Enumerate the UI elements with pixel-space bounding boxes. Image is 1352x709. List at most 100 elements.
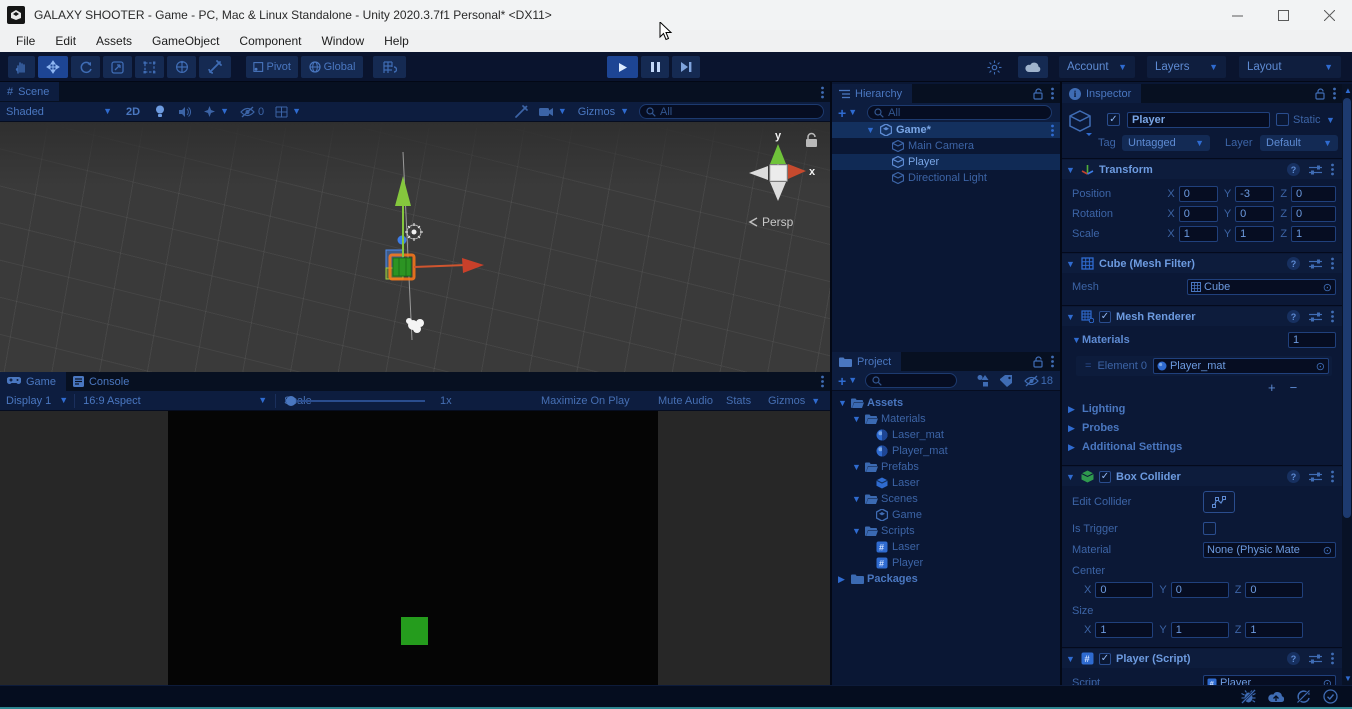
scene-viewport[interactable]: y x Persp: [0, 122, 830, 372]
kebab-menu-icon[interactable]: [1331, 310, 1334, 323]
materials-count-field[interactable]: 1: [1288, 332, 1336, 348]
presets-icon[interactable]: [1309, 311, 1322, 323]
game-gizmos-dropdown[interactable]: Gizmos ▼: [760, 391, 828, 411]
tab-hierarchy[interactable]: Hierarchy: [832, 84, 913, 103]
kebab-menu-icon[interactable]: [1051, 87, 1054, 100]
tab-console[interactable]: Console: [66, 372, 139, 391]
box-collider-component-header[interactable]: ▼ ✓ Box Collider ?: [1062, 467, 1342, 486]
foldout-closed-icon[interactable]: ▶: [838, 574, 848, 585]
is-trigger-checkbox[interactable]: [1203, 522, 1216, 535]
step-button[interactable]: [672, 56, 700, 78]
layer-dropdown[interactable]: Default ▼: [1260, 135, 1338, 151]
size-z-field[interactable]: 1: [1245, 622, 1304, 638]
tab-project[interactable]: Project: [832, 352, 902, 371]
collab-cloud-icon[interactable]: [1268, 690, 1284, 703]
layout-dropdown[interactable]: Layout ▼: [1239, 56, 1341, 78]
kebab-menu-icon[interactable]: [821, 375, 824, 388]
scale-z-field[interactable]: 1: [1291, 226, 1337, 242]
mesh-renderer-component-header[interactable]: ▼ ✓ Mesh Renderer ?: [1062, 307, 1342, 326]
project-search-input[interactable]: [865, 373, 958, 388]
scene-lighting-toggle[interactable]: [148, 105, 172, 118]
shading-mode-dropdown[interactable]: Shaded ▼: [0, 106, 118, 118]
edit-collider-button[interactable]: [1203, 491, 1235, 513]
position-z-field[interactable]: 0: [1291, 186, 1337, 202]
hierarchy-item-directional-light[interactable]: Directional Light: [832, 170, 1060, 186]
object-picker-icon[interactable]: ⊙: [1323, 677, 1332, 686]
scroll-down-icon[interactable]: ▼: [1344, 674, 1352, 683]
materials-foldout-row[interactable]: ▼ Materials 1: [1072, 332, 1336, 348]
scene-tools-button[interactable]: [509, 105, 534, 118]
size-y-field[interactable]: 1: [1170, 622, 1229, 638]
scale-y-field[interactable]: 1: [1235, 226, 1275, 242]
object-picker-icon[interactable]: ⊙: [1323, 281, 1332, 294]
gameobject-name-field[interactable]: Player: [1127, 112, 1270, 128]
add-gameobject-button[interactable]: + ▼: [832, 105, 863, 121]
scroll-up-icon[interactable]: ▲: [1344, 86, 1352, 95]
center-x-field[interactable]: 0: [1095, 582, 1154, 598]
scene-effects-dropdown[interactable]: ▼: [198, 105, 234, 118]
layers-dropdown[interactable]: Layers ▼: [1147, 56, 1226, 78]
probes-foldout[interactable]: ▶ Probes: [1068, 422, 1119, 434]
pivot-toggle-button[interactable]: Pivot: [246, 56, 298, 78]
move-tool-button[interactable]: [38, 56, 68, 78]
minimize-button[interactable]: [1214, 0, 1260, 30]
object-picker-icon[interactable]: ⊙: [1323, 544, 1332, 557]
inspector-scrollbar[interactable]: ▲ ▼: [1342, 84, 1352, 685]
center-z-field[interactable]: 0: [1245, 582, 1304, 598]
hierarchy-search-input[interactable]: All: [867, 105, 1052, 120]
tag-dropdown[interactable]: Untagged ▼: [1122, 135, 1210, 151]
presets-icon[interactable]: [1309, 653, 1322, 665]
kebab-menu-icon[interactable]: [1051, 124, 1054, 137]
foldout-open-icon[interactable]: ▼: [852, 526, 862, 536]
toggle-2d-button[interactable]: 2D: [118, 106, 148, 118]
hidden-packages-toggle[interactable]: 18: [1023, 375, 1053, 387]
menu-edit[interactable]: Edit: [45, 34, 86, 48]
foldout-open-icon[interactable]: ▼: [838, 398, 848, 408]
presets-icon[interactable]: [1309, 164, 1322, 176]
tab-inspector[interactable]: i Inspector: [1062, 84, 1142, 103]
search-by-type-icon[interactable]: [976, 374, 989, 387]
kebab-menu-icon[interactable]: [1331, 470, 1334, 483]
orientation-gizmo[interactable]: y x: [749, 130, 816, 201]
foldout-open-icon[interactable]: ▼: [1066, 472, 1076, 482]
rotation-lock-icon[interactable]: [806, 132, 817, 148]
help-icon[interactable]: ?: [1287, 257, 1300, 270]
foldout-open-icon[interactable]: ▼: [852, 494, 862, 504]
scrollbar-thumb[interactable]: [1343, 98, 1351, 518]
static-checkbox[interactable]: [1276, 113, 1289, 126]
remove-element-button[interactable]: −: [1290, 380, 1298, 395]
rect-tool-button[interactable]: [135, 56, 164, 78]
lock-icon[interactable]: [1033, 355, 1043, 368]
project-item-game-scene[interactable]: Game: [832, 507, 1060, 523]
foldout-open-icon[interactable]: ▼: [1066, 259, 1076, 269]
add-element-button[interactable]: +: [1268, 380, 1276, 395]
hierarchy-scene-row[interactable]: ▼ Game*: [832, 122, 1060, 138]
foldout-open-icon[interactable]: ▼: [1066, 654, 1076, 664]
menu-window[interactable]: Window: [311, 34, 374, 48]
cloud-services-button[interactable]: [1018, 56, 1048, 78]
game-viewport[interactable]: [0, 411, 830, 685]
scene-visibility-toggle[interactable]: 0: [234, 106, 270, 118]
menu-gameobject[interactable]: GameObject: [142, 34, 229, 48]
size-x-field[interactable]: 1: [1095, 622, 1154, 638]
play-button[interactable]: [607, 56, 638, 78]
display-dropdown[interactable]: Display 1 ▼: [0, 395, 74, 407]
custom-tools-button[interactable]: [199, 56, 231, 78]
project-item-scenes[interactable]: ▼ Scenes: [832, 491, 1060, 507]
rotation-x-field[interactable]: 0: [1178, 206, 1218, 222]
global-toggle-button[interactable]: Global: [301, 56, 363, 78]
help-icon[interactable]: ?: [1287, 310, 1300, 323]
kebab-menu-icon[interactable]: [1331, 652, 1334, 665]
scale-slider-track[interactable]: [285, 400, 425, 402]
script-object-field[interactable]: # Player ⊙: [1203, 675, 1336, 685]
foldout-open-icon[interactable]: ▼: [852, 414, 862, 424]
rotate-tool-button[interactable]: [71, 56, 100, 78]
tab-game[interactable]: Game: [0, 372, 66, 391]
persp-label[interactable]: Persp: [748, 215, 794, 229]
center-y-field[interactable]: 0: [1170, 582, 1229, 598]
rotation-y-field[interactable]: 0: [1235, 206, 1275, 222]
progress-check-icon[interactable]: [1323, 689, 1338, 704]
component-enabled-checkbox[interactable]: ✓: [1099, 310, 1111, 323]
help-icon[interactable]: ?: [1287, 470, 1300, 483]
project-item-player-script[interactable]: # Player: [832, 555, 1060, 571]
